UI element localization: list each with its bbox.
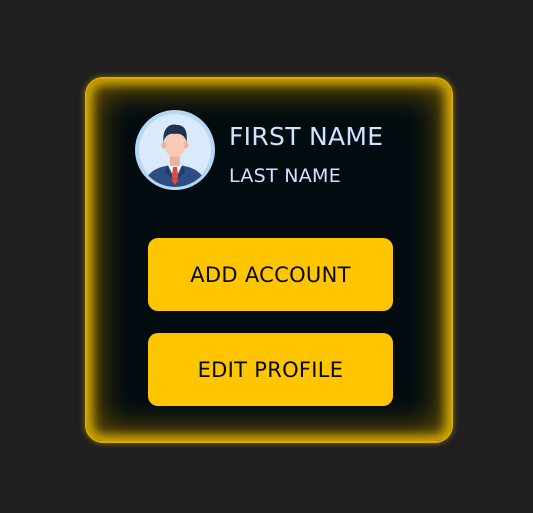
businessman-avatar-icon (135, 110, 215, 190)
profile-card: FIRST NAME LAST NAME ADD ACCOUNT EDIT PR… (85, 77, 453, 443)
last-name: LAST NAME (229, 165, 342, 187)
add-account-button[interactable]: ADD ACCOUNT (148, 238, 393, 311)
first-name: FIRST NAME (229, 122, 384, 151)
avatar[interactable] (135, 110, 215, 190)
edit-profile-button[interactable]: EDIT PROFILE (148, 333, 393, 406)
